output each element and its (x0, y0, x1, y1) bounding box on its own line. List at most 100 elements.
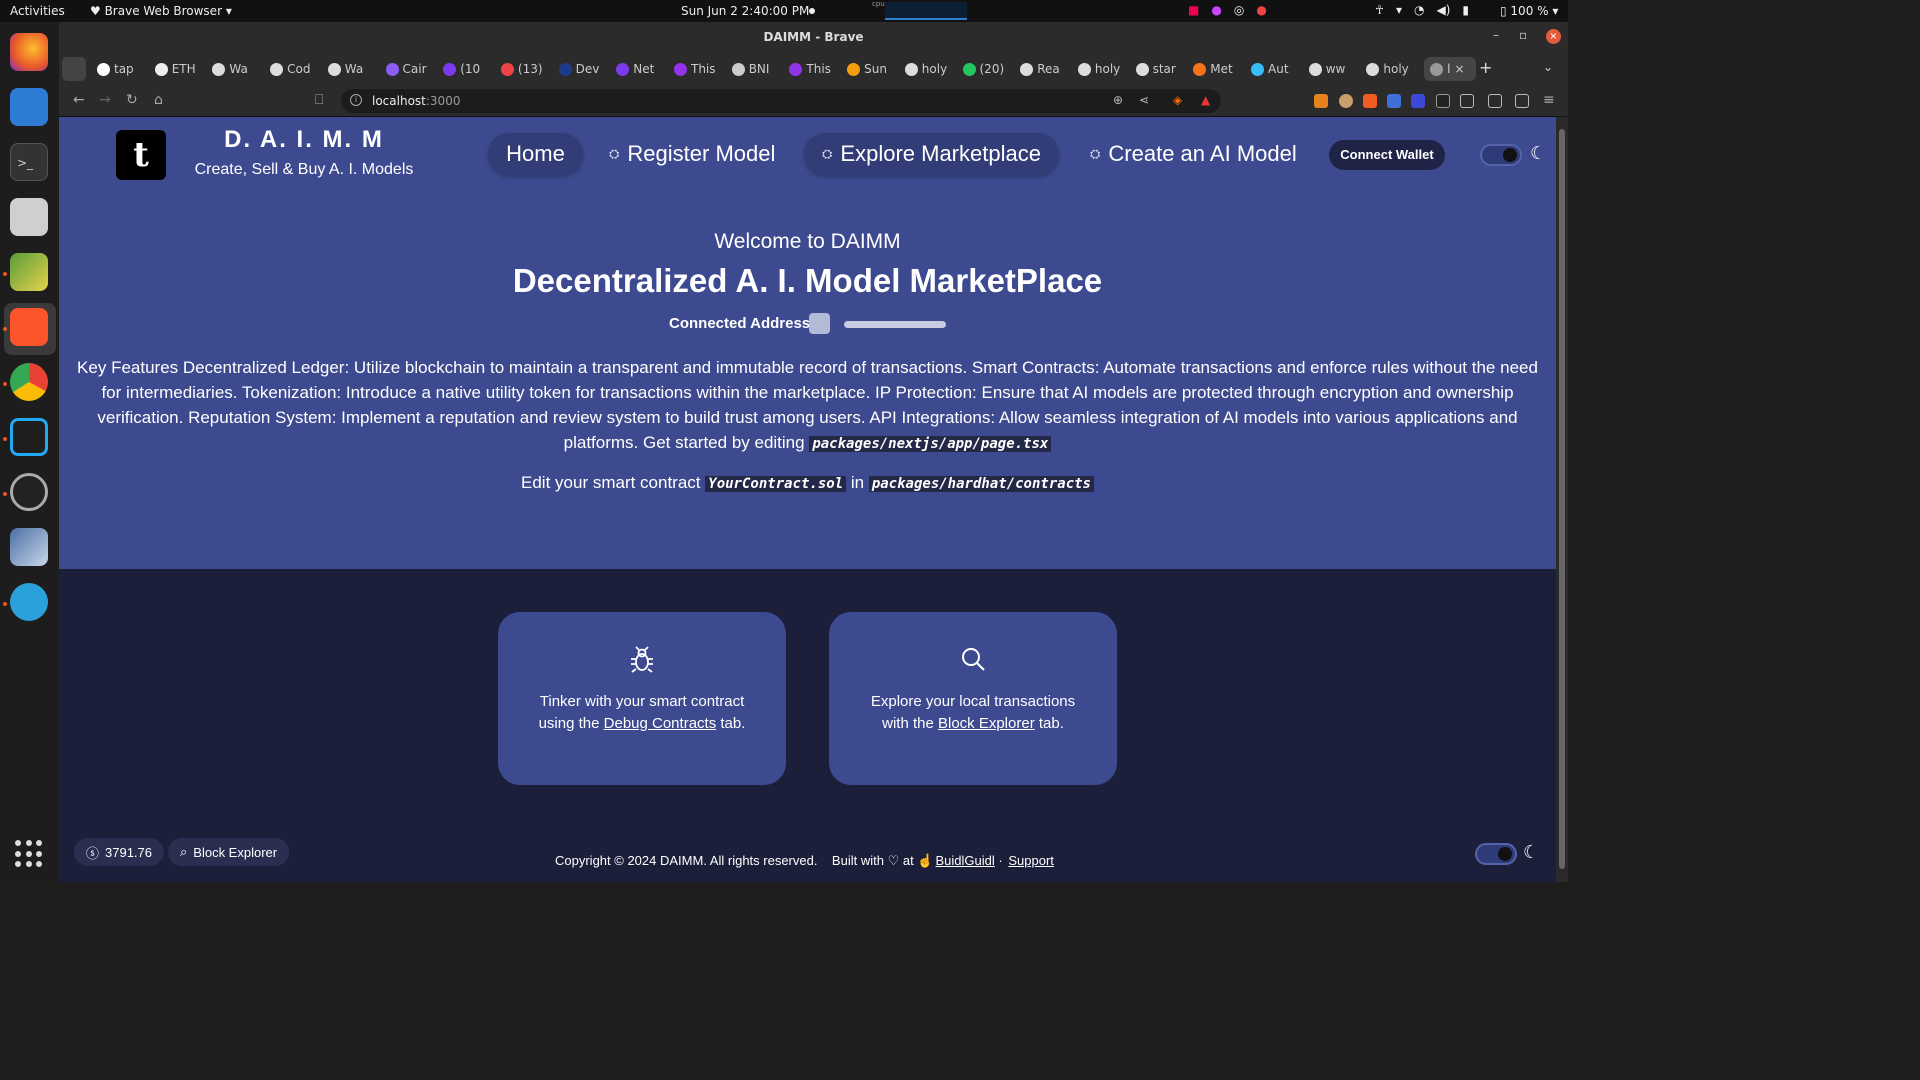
browser-tab[interactable]: Rea (1020, 57, 1070, 81)
brave-icon[interactable] (10, 308, 48, 346)
wallet-icon[interactable] (1515, 94, 1529, 108)
cpu-label: cpu (872, 0, 885, 8)
balance-chip[interactable]: ⓢ 3791.76 (74, 838, 165, 866)
block-explorer-button[interactable]: ⌕ Block Explorer (168, 838, 290, 866)
share-icon[interactable]: ⋖ (1139, 93, 1149, 107)
extension-icon[interactable] (1436, 94, 1450, 108)
maximize-icon[interactable]: ▫ (1519, 28, 1527, 42)
block-explorer-link[interactable]: Block Explorer (938, 715, 1035, 732)
menu-icon[interactable]: ≡ (1543, 92, 1555, 108)
browser-tab[interactable]: This (789, 57, 839, 81)
browser-tab[interactable]: Dev (558, 57, 609, 81)
nav-create-ai-model[interactable]: ⛭ Create an AI Model (1072, 133, 1315, 175)
nav-register-model[interactable]: ⛭ Register Model (591, 133, 793, 175)
scrollbar-thumb[interactable] (1559, 129, 1565, 869)
built-with-text: Built with (831, 853, 884, 868)
writer-icon[interactable] (10, 88, 48, 126)
back-icon[interactable]: ← (73, 92, 85, 108)
show-apps-grid-icon[interactable] (15, 840, 43, 868)
translate-extension-icon[interactable] (1387, 94, 1401, 108)
browser-tab[interactable]: (20) (962, 57, 1013, 81)
browser-tab[interactable]: tap (97, 57, 147, 81)
browser-tab[interactable]: Met (1193, 57, 1243, 81)
tray-app-icon[interactable]: ● (1256, 3, 1266, 17)
zoom-icon[interactable]: ⊕ (1113, 93, 1123, 107)
webstorm-icon[interactable] (10, 473, 48, 511)
extensions-puzzle-icon[interactable] (1460, 94, 1474, 108)
support-link[interactable]: Support (1008, 853, 1054, 868)
brave-shields-icon[interactable]: ◈ (1173, 93, 1182, 107)
browser-tab[interactable]: Net (616, 57, 666, 81)
sidebar-toggle-icon[interactable] (1488, 94, 1502, 108)
browser-tab[interactable]: (13) (500, 57, 551, 81)
browser-tab[interactable]: BNI (731, 57, 782, 81)
tray-app-icon[interactable]: ● (1211, 3, 1221, 17)
chrome-icon[interactable] (10, 363, 48, 401)
extension-icon[interactable] (1339, 94, 1353, 108)
brave-rewards-icon[interactable]: ▲ (1201, 93, 1210, 107)
browser-tab[interactable]: Sun (847, 57, 897, 81)
close-icon[interactable]: × (1546, 29, 1561, 44)
browser-tab[interactable]: This (674, 57, 724, 81)
brand-title: D. A. I. M. M (224, 126, 384, 153)
running-indicator (3, 327, 7, 331)
browser-tab[interactable]: Wa (327, 57, 378, 81)
connect-wallet-button[interactable]: Connect Wallet (1329, 140, 1445, 170)
browser-tab[interactable]: (10 (443, 57, 493, 81)
browser-tab[interactable]: holy (1077, 57, 1128, 81)
site-info-icon[interactable]: i (350, 94, 362, 106)
minimize-icon[interactable]: – (1493, 28, 1499, 42)
status-icons[interactable]: ☥ ▾ ◔ ◀) ▮ (1375, 3, 1469, 17)
moon-icon: ☾ (1530, 143, 1547, 164)
debug-contracts-link[interactable]: Debug Contracts (604, 715, 717, 732)
tray-app-icon[interactable]: ■ (1188, 3, 1199, 17)
metamask-extension-icon[interactable] (1314, 94, 1328, 108)
browser-tab[interactable]: Cod (270, 57, 320, 81)
browser-tab[interactable]: Cair (385, 57, 436, 81)
terminal-icon[interactable]: >_ (10, 143, 48, 181)
vscode-icon[interactable] (10, 418, 48, 456)
browser-tab[interactable]: holy (1366, 57, 1416, 81)
tab-favicon-icon (1135, 62, 1149, 76)
forward-icon[interactable]: → (99, 92, 111, 108)
extension-icon[interactable] (1363, 94, 1377, 108)
site-logo[interactable]: t (116, 130, 166, 180)
browser-tab[interactable]: star (1135, 57, 1186, 81)
files-icon[interactable] (10, 198, 48, 236)
battery-indicator[interactable]: ▯ 100 % ▾ (1500, 4, 1558, 18)
system-tray: ■ ● ◎ ● (1188, 3, 1267, 17)
image-viewer-icon[interactable] (10, 253, 48, 291)
close-tab-icon[interactable]: × (1454, 62, 1464, 76)
buidlguidl-link[interactable]: BuidlGuidl (936, 853, 995, 868)
tab-search-icon[interactable]: ⌄ (1543, 60, 1553, 74)
nav-home[interactable]: Home (488, 133, 583, 175)
browser-tab[interactable]: ETH (154, 57, 205, 81)
browser-tab[interactable]: Wa (212, 57, 262, 81)
footer-theme-toggle[interactable] (1475, 843, 1517, 865)
firefox-icon[interactable] (10, 33, 48, 71)
browser-tab[interactable]: Aut (1251, 57, 1301, 81)
url-text[interactable]: localhost:3000 (372, 94, 460, 108)
app-menu[interactable]: ♥ Brave Web Browser ▾ (90, 4, 232, 18)
clock[interactable]: Sun Jun 2 2:40:00 PM (681, 4, 809, 18)
bookmark-icon[interactable]: ⎕ (315, 92, 323, 108)
tab-favicon-icon (1020, 62, 1034, 76)
browser-tab[interactable]: ww (1308, 57, 1359, 81)
browser-tab[interactable]: l × (1424, 57, 1477, 81)
tray-app-icon[interactable]: ◎ (1234, 3, 1244, 17)
nav-explore-marketplace[interactable]: ⛭ Explore Marketplace (804, 133, 1059, 175)
omnibox[interactable]: i localhost:3000 ⊕ ⋖ ◈ ▲ (341, 89, 1221, 113)
tab-overview-button[interactable] (62, 57, 86, 81)
theme-toggle[interactable] (1480, 144, 1522, 166)
activities-button[interactable]: Activities (10, 4, 65, 18)
new-tab-button[interactable]: + (1479, 58, 1492, 77)
extension-icon[interactable] (1411, 94, 1425, 108)
screenshot-tool-icon[interactable] (10, 528, 48, 566)
reload-icon[interactable]: ↻ (126, 92, 138, 108)
balance-value: 3791.76 (105, 844, 153, 860)
welcome-text: Welcome to DAIMM (714, 230, 901, 253)
home-icon[interactable]: ⌂ (154, 92, 163, 108)
telegram-icon[interactable] (10, 583, 48, 621)
browser-tab[interactable]: holy (904, 57, 955, 81)
page-scrollbar[interactable] (1556, 117, 1568, 882)
